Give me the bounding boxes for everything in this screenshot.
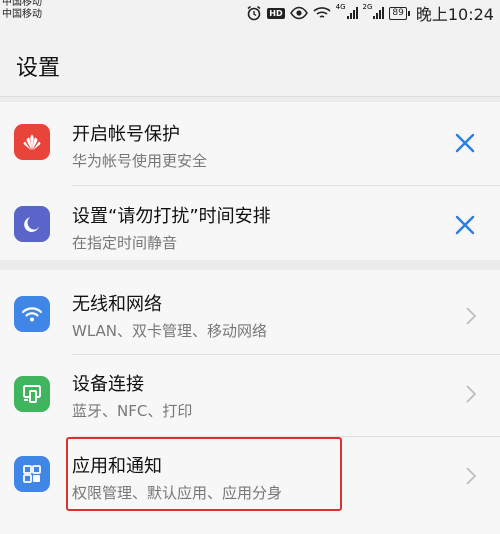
device-connect-icon xyxy=(14,376,50,412)
dismiss-close-icon[interactable] xyxy=(454,132,476,154)
apps-grid-icon xyxy=(14,456,50,492)
eye-comfort-icon xyxy=(289,6,308,20)
status-icons: HD 4G 2G 89 晚上10:24 xyxy=(246,3,494,24)
huawei-logo-icon xyxy=(14,124,50,160)
chevron-right-icon xyxy=(466,385,477,403)
suggestions-card: 开启帐号保护 华为帐号使用更安全 设置“请勿打扰”时间安排 在指定时间静音 xyxy=(0,102,500,260)
moon-icon xyxy=(14,206,50,242)
carrier-2: 中国移动 xyxy=(2,9,42,20)
suggestion-subtitle: 在指定时间静音 xyxy=(72,234,178,252)
hd-badge: HD xyxy=(267,7,285,19)
carrier-info: 中国移动 中国移动 xyxy=(2,0,42,21)
settings-item-title: 无线和网络 xyxy=(72,294,162,315)
title-bar: 设置 xyxy=(0,30,500,97)
suggestion-do-not-disturb[interactable]: 设置“请勿打扰”时间安排 在指定时间静音 xyxy=(0,186,500,270)
settings-item-device-connection[interactable]: 设备连接 蓝牙、NFC、打印 xyxy=(0,354,500,438)
network-type-1: 4G xyxy=(335,3,346,11)
suggestion-title: 设置“请勿打扰”时间安排 xyxy=(72,206,271,227)
wifi-icon xyxy=(14,296,50,332)
settings-item-title: 设备连接 xyxy=(72,374,144,395)
row-divider xyxy=(72,436,500,437)
settings-item-wireless-network[interactable]: 无线和网络 WLAN、双卡管理、移动网络 xyxy=(0,270,500,355)
signal-icon-1 xyxy=(346,7,358,19)
suggestion-title: 开启帐号保护 xyxy=(72,124,180,145)
settings-list: 无线和网络 WLAN、双卡管理、移动网络 设备连接 蓝牙、NFC、打印 应用和通… xyxy=(0,270,500,534)
settings-item-subtitle: 蓝牙、NFC、打印 xyxy=(72,402,193,420)
network-type-2: 2G xyxy=(362,3,373,11)
settings-item-subtitle: 权限管理、默认应用、应用分身 xyxy=(72,484,283,502)
settings-item-apps-notifications[interactable]: 应用和通知 权限管理、默认应用、应用分身 xyxy=(0,438,500,522)
status-bar: 中国移动 中国移动 HD 4G 2G 89 晚上10:24 xyxy=(0,0,500,30)
chevron-right-icon xyxy=(466,467,477,485)
clock: 晚上10:24 xyxy=(415,5,494,24)
signal-icon-2 xyxy=(373,7,385,19)
settings-item-title: 应用和通知 xyxy=(72,456,162,477)
wifi-status-icon xyxy=(313,6,331,20)
alarm-icon xyxy=(246,5,262,21)
page-title: 设置 xyxy=(16,56,61,81)
battery-icon: 89 xyxy=(389,6,411,20)
chevron-right-icon xyxy=(466,307,477,325)
settings-item-subtitle: WLAN、双卡管理、移动网络 xyxy=(72,322,268,340)
suggestion-subtitle: 华为帐号使用更安全 xyxy=(72,152,208,170)
carrier-1: 中国移动 xyxy=(2,0,42,8)
suggestion-account-protection[interactable]: 开启帐号保护 华为帐号使用更安全 xyxy=(0,102,500,186)
dismiss-close-icon[interactable] xyxy=(454,214,476,236)
